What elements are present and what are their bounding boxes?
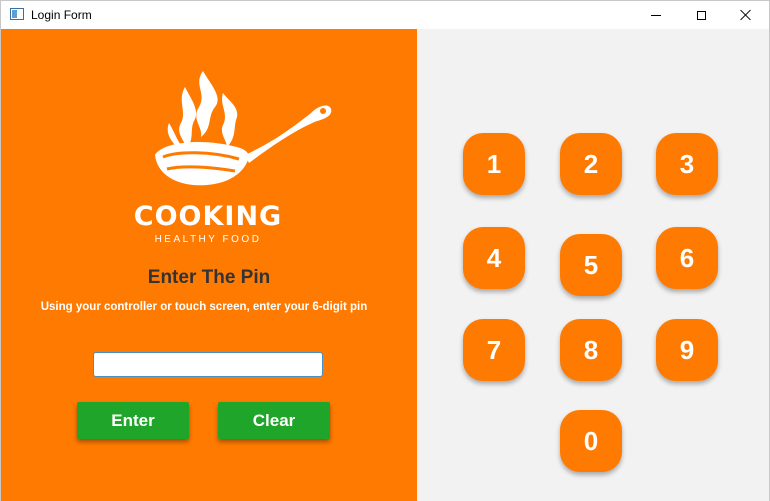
keypad-key-0[interactable]: 0 <box>560 410 622 472</box>
window-title: Login Form <box>31 8 92 22</box>
pin-heading: Enter The Pin <box>147 267 271 288</box>
pin-instructions: Using your controller or touch screen, e… <box>40 301 368 313</box>
app-window-icon <box>10 8 24 20</box>
login-window: Login Form COOKING HEALTHY FOOD Enter Th… <box>0 0 770 501</box>
keypad-key-7[interactable]: 7 <box>463 319 525 381</box>
close-icon <box>740 9 752 21</box>
minimize-button[interactable] <box>633 1 679 29</box>
login-panel: COOKING HEALTHY FOOD Enter The Pin Using… <box>1 29 417 501</box>
keypad-panel: 1 2 3 4 5 6 7 8 9 0 <box>417 29 769 501</box>
maximize-button[interactable] <box>678 1 724 29</box>
keypad-key-5[interactable]: 5 <box>560 234 622 296</box>
close-button[interactable] <box>723 1 769 29</box>
keypad-key-2[interactable]: 2 <box>560 133 622 195</box>
minimize-icon <box>651 14 661 16</box>
keypad-key-3[interactable]: 3 <box>656 133 718 195</box>
clear-button[interactable]: Clear <box>218 402 330 439</box>
keypad-key-8[interactable]: 8 <box>560 319 622 381</box>
title-bar[interactable]: Login Form <box>1 1 769 29</box>
flaming-pan-icon <box>155 71 332 186</box>
keypad-key-1[interactable]: 1 <box>463 133 525 195</box>
pin-input[interactable] <box>93 352 323 377</box>
keypad-key-6[interactable]: 6 <box>656 227 718 289</box>
enter-button[interactable]: Enter <box>77 402 189 439</box>
maximize-icon <box>696 10 706 20</box>
keypad-key-9[interactable]: 9 <box>656 319 718 381</box>
brand-tagline: HEALTHY FOOD <box>154 234 262 245</box>
brand-name: COOKING <box>133 201 283 232</box>
keypad-key-4[interactable]: 4 <box>463 227 525 289</box>
